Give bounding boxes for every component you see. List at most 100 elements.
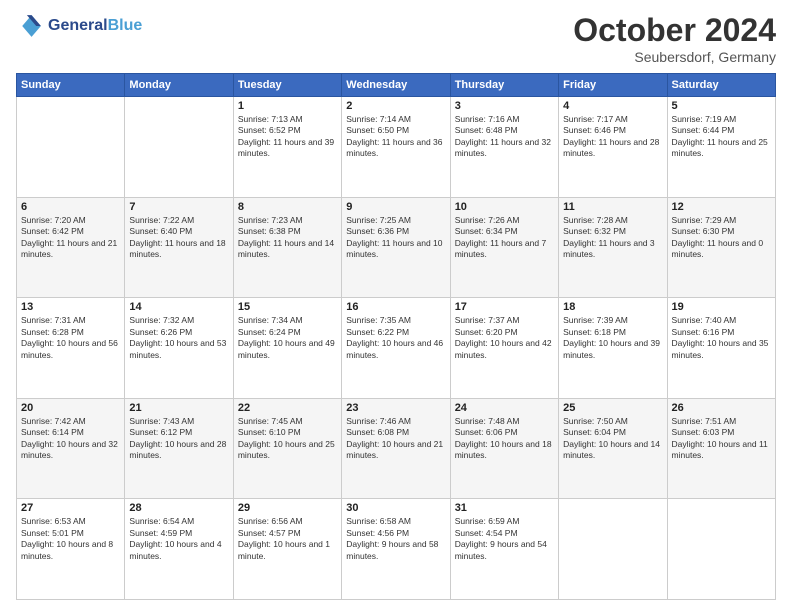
cell-day-number: 26 [672,402,771,414]
cell-info: Sunrise: 7:14 AMSunset: 6:50 PMDaylight:… [346,114,445,160]
cell-day-number: 20 [21,402,120,414]
cell-info: Sunrise: 6:54 AMSunset: 4:59 PMDaylight:… [129,516,228,562]
cell-info: Sunrise: 7:43 AMSunset: 6:12 PMDaylight:… [129,416,228,462]
cell-day-number: 10 [455,201,554,213]
calendar-cell: 10 Sunrise: 7:26 AMSunset: 6:34 PMDayligh… [450,197,558,298]
calendar-cell: 17Sunrise: 7:37 AMSunset: 6:20 PMDayligh… [450,298,558,399]
cell-day-number: 14 [129,301,228,313]
calendar-cell: 13Sunrise: 7:31 AMSunset: 6:28 PMDayligh… [17,298,125,399]
calendar-cell: 9 Sunrise: 7:25 AMSunset: 6:36 PMDaylight… [342,197,450,298]
cell-day-number: 29 [238,502,337,514]
calendar-cell: 20 Sunrise: 7:42 AMSunset: 6:14 PMDayligh… [17,398,125,499]
calendar-week-row: 1 Sunrise: 7:13 AMSunset: 6:52 PMDaylight… [17,97,776,198]
calendar-cell [559,499,667,600]
cell-day-number: 7 [129,201,228,213]
calendar-cell [667,499,775,600]
cell-info: Sunrise: 7:26 AMSunset: 6:34 PMDaylight:… [455,215,554,261]
cell-info: Sunrise: 7:48 AMSunset: 6:06 PMDaylight:… [455,416,554,462]
calendar-cell [17,97,125,198]
cell-day-number: 23 [346,402,445,414]
cell-day-number: 12 [672,201,771,213]
calendar-cell: 5 Sunrise: 7:19 AMSunset: 6:44 PMDaylight… [667,97,775,198]
cell-info: Sunrise: 7:37 AMSunset: 6:20 PMDaylight:… [455,315,554,361]
calendar-cell: 2 Sunrise: 7:14 AMSunset: 6:50 PMDaylight… [342,97,450,198]
calendar-cell: 22 Sunrise: 7:45 AMSunset: 6:10 PMDayligh… [233,398,341,499]
calendar-cell: 29Sunrise: 6:56 AMSunset: 4:57 PMDayligh… [233,499,341,600]
cell-info: Sunrise: 7:35 AMSunset: 6:22 PMDaylight:… [346,315,445,361]
calendar-cell: 30Sunrise: 6:58 AMSunset: 4:56 PMDayligh… [342,499,450,600]
cell-day-number: 25 [563,402,662,414]
cell-info: Sunrise: 7:20 AMSunset: 6:42 PMDaylight:… [21,215,120,261]
calendar-cell: 1 Sunrise: 7:13 AMSunset: 6:52 PMDaylight… [233,97,341,198]
calendar-cell: 23 Sunrise: 7:46 AMSunset: 6:08 PMDayligh… [342,398,450,499]
cell-info: Sunrise: 7:23 AMSunset: 6:38 PMDaylight:… [238,215,337,261]
cell-day-number: 16 [346,301,445,313]
location: Seubersdorf, Germany [573,49,776,65]
cell-day-number: 6 [21,201,120,213]
cell-info: Sunrise: 7:39 AMSunset: 6:18 PMDaylight:… [563,315,662,361]
cell-day-number: 22 [238,402,337,414]
calendar-header-thursday: Thursday [450,74,558,97]
cell-day-number: 15 [238,301,337,313]
cell-info: Sunrise: 7:17 AMSunset: 6:46 PMDaylight:… [563,114,662,160]
header: GeneralBlue October 2024 Seubersdorf, Ge… [16,12,776,65]
logo: GeneralBlue [16,12,142,40]
calendar-cell: 16 Sunrise: 7:35 AMSunset: 6:22 PMDayligh… [342,298,450,399]
page: GeneralBlue October 2024 Seubersdorf, Ge… [0,0,792,612]
calendar-cell: 31 Sunrise: 6:59 AMSunset: 4:54 PMDayligh… [450,499,558,600]
calendar-week-row: 27Sunrise: 6:53 AMSunset: 5:01 PMDayligh… [17,499,776,600]
cell-info: Sunrise: 7:40 AMSunset: 6:16 PMDaylight:… [672,315,771,361]
cell-day-number: 2 [346,100,445,112]
title-block: October 2024 Seubersdorf, Germany [573,12,776,65]
cell-day-number: 8 [238,201,337,213]
calendar-cell: 21 Sunrise: 7:43 AMSunset: 6:12 PMDayligh… [125,398,233,499]
cell-info: Sunrise: 7:25 AMSunset: 6:36 PMDaylight:… [346,215,445,261]
calendar-cell: 25 Sunrise: 7:50 AMSunset: 6:04 PMDayligh… [559,398,667,499]
cell-day-number: 1 [238,100,337,112]
cell-info: Sunrise: 7:46 AMSunset: 6:08 PMDaylight:… [346,416,445,462]
cell-day-number: 24 [455,402,554,414]
calendar-week-row: 6 Sunrise: 7:20 AMSunset: 6:42 PMDaylight… [17,197,776,298]
calendar-cell: 8 Sunrise: 7:23 AMSunset: 6:38 PMDaylight… [233,197,341,298]
calendar-week-row: 13Sunrise: 7:31 AMSunset: 6:28 PMDayligh… [17,298,776,399]
calendar-cell: 15Sunrise: 7:34 AMSunset: 6:24 PMDayligh… [233,298,341,399]
calendar-cell: 28 Sunrise: 6:54 AMSunset: 4:59 PMDayligh… [125,499,233,600]
cell-info: Sunrise: 7:28 AMSunset: 6:32 PMDaylight:… [563,215,662,261]
cell-day-number: 19 [672,301,771,313]
calendar-cell: 27Sunrise: 6:53 AMSunset: 5:01 PMDayligh… [17,499,125,600]
calendar-header-friday: Friday [559,74,667,97]
cell-info: Sunrise: 7:29 AMSunset: 6:30 PMDaylight:… [672,215,771,261]
logo-general: General [48,17,108,34]
calendar-cell: 4 Sunrise: 7:17 AMSunset: 6:46 PMDaylight… [559,97,667,198]
cell-day-number: 4 [563,100,662,112]
cell-day-number: 3 [455,100,554,112]
cell-day-number: 31 [455,502,554,514]
calendar-cell: 14 Sunrise: 7:32 AMSunset: 6:26 PMDayligh… [125,298,233,399]
cell-info: Sunrise: 7:19 AMSunset: 6:44 PMDaylight:… [672,114,771,160]
cell-day-number: 5 [672,100,771,112]
cell-info: Sunrise: 7:13 AMSunset: 6:52 PMDaylight:… [238,114,337,160]
calendar-header-wednesday: Wednesday [342,74,450,97]
cell-info: Sunrise: 7:22 AMSunset: 6:40 PMDaylight:… [129,215,228,261]
cell-info: Sunrise: 7:32 AMSunset: 6:26 PMDaylight:… [129,315,228,361]
cell-info: Sunrise: 6:53 AMSunset: 5:01 PMDaylight:… [21,516,120,562]
calendar-cell: 11 Sunrise: 7:28 AMSunset: 6:32 PMDayligh… [559,197,667,298]
cell-info: Sunrise: 7:45 AMSunset: 6:10 PMDaylight:… [238,416,337,462]
logo-text: GeneralBlue [48,17,142,35]
calendar-cell: 26Sunrise: 7:51 AMSunset: 6:03 PMDayligh… [667,398,775,499]
calendar-cell: 24 Sunrise: 7:48 AMSunset: 6:06 PMDayligh… [450,398,558,499]
logo-icon [16,12,44,40]
month-title: October 2024 [573,12,776,49]
calendar-header-tuesday: Tuesday [233,74,341,97]
cell-info: Sunrise: 6:59 AMSunset: 4:54 PMDaylight:… [455,516,554,562]
cell-info: Sunrise: 7:42 AMSunset: 6:14 PMDaylight:… [21,416,120,462]
cell-day-number: 11 [563,201,662,213]
cell-info: Sunrise: 7:16 AMSunset: 6:48 PMDaylight:… [455,114,554,160]
cell-day-number: 9 [346,201,445,213]
cell-info: Sunrise: 7:50 AMSunset: 6:04 PMDaylight:… [563,416,662,462]
cell-day-number: 28 [129,502,228,514]
cell-day-number: 13 [21,301,120,313]
logo-blue: Blue [108,17,143,34]
calendar-week-row: 20 Sunrise: 7:42 AMSunset: 6:14 PMDayligh… [17,398,776,499]
cell-day-number: 21 [129,402,228,414]
